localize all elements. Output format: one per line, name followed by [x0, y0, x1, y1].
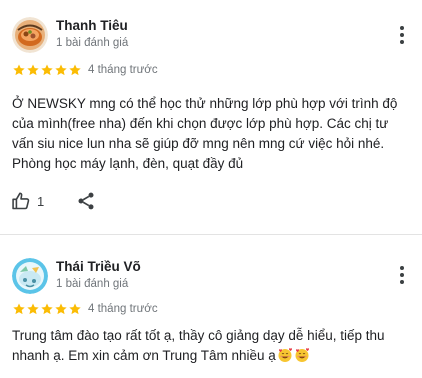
reviewer-review-count: 1 bài đánh giá [56, 37, 129, 49]
smiling-face-with-hearts-icon [295, 348, 309, 362]
reviewer-avatar[interactable] [12, 258, 48, 294]
star-icon [13, 64, 25, 76]
reviewer-review-count: 1 bài đánh giá [56, 278, 129, 290]
review-divider [0, 234, 422, 235]
star-rating [12, 302, 82, 316]
more-vert-icon[interactable] [392, 264, 412, 286]
review-text: Ở NEWSKY mng có thể học thử những lớp ph… [12, 96, 398, 171]
share-icon [78, 192, 94, 210]
review-time: 4 tháng trước [88, 303, 158, 315]
reviewer-name[interactable]: Thái Triều Võ [56, 259, 141, 274]
star-icon [55, 303, 67, 315]
star-icon [27, 303, 39, 315]
review-text-block: Trung tâm đào tạo rất tốt ạ, thầy cô giả… [12, 326, 412, 366]
star-icon [41, 64, 53, 76]
review-card: Thái Triều Võ 1 bài đánh giá 4 tháng trư… [0, 236, 422, 378]
reviewer-name[interactable]: Thanh Tiêu [56, 18, 128, 33]
star-icon [41, 303, 53, 315]
like-button[interactable]: 1 [11, 191, 44, 211]
share-button[interactable] [76, 191, 96, 211]
more-vert-icon[interactable] [392, 24, 412, 46]
reviewer-avatar[interactable] [12, 17, 48, 53]
star-rating [12, 63, 82, 77]
star-icon [13, 303, 25, 315]
star-icon [55, 64, 67, 76]
star-icon [69, 303, 81, 315]
review-text: Trung tâm đào tạo rất tốt ạ, thầy cô giả… [12, 328, 385, 363]
like-count: 1 [37, 193, 45, 209]
star-icon [69, 64, 81, 76]
review-time: 4 tháng trước [88, 64, 158, 76]
review-card: Thanh Tiêu 1 bài đánh giá 4 tháng trước … [0, 0, 422, 236]
star-icon [27, 64, 39, 76]
smiling-face-with-hearts-icon [278, 348, 292, 362]
thumb-up-icon [12, 192, 30, 210]
